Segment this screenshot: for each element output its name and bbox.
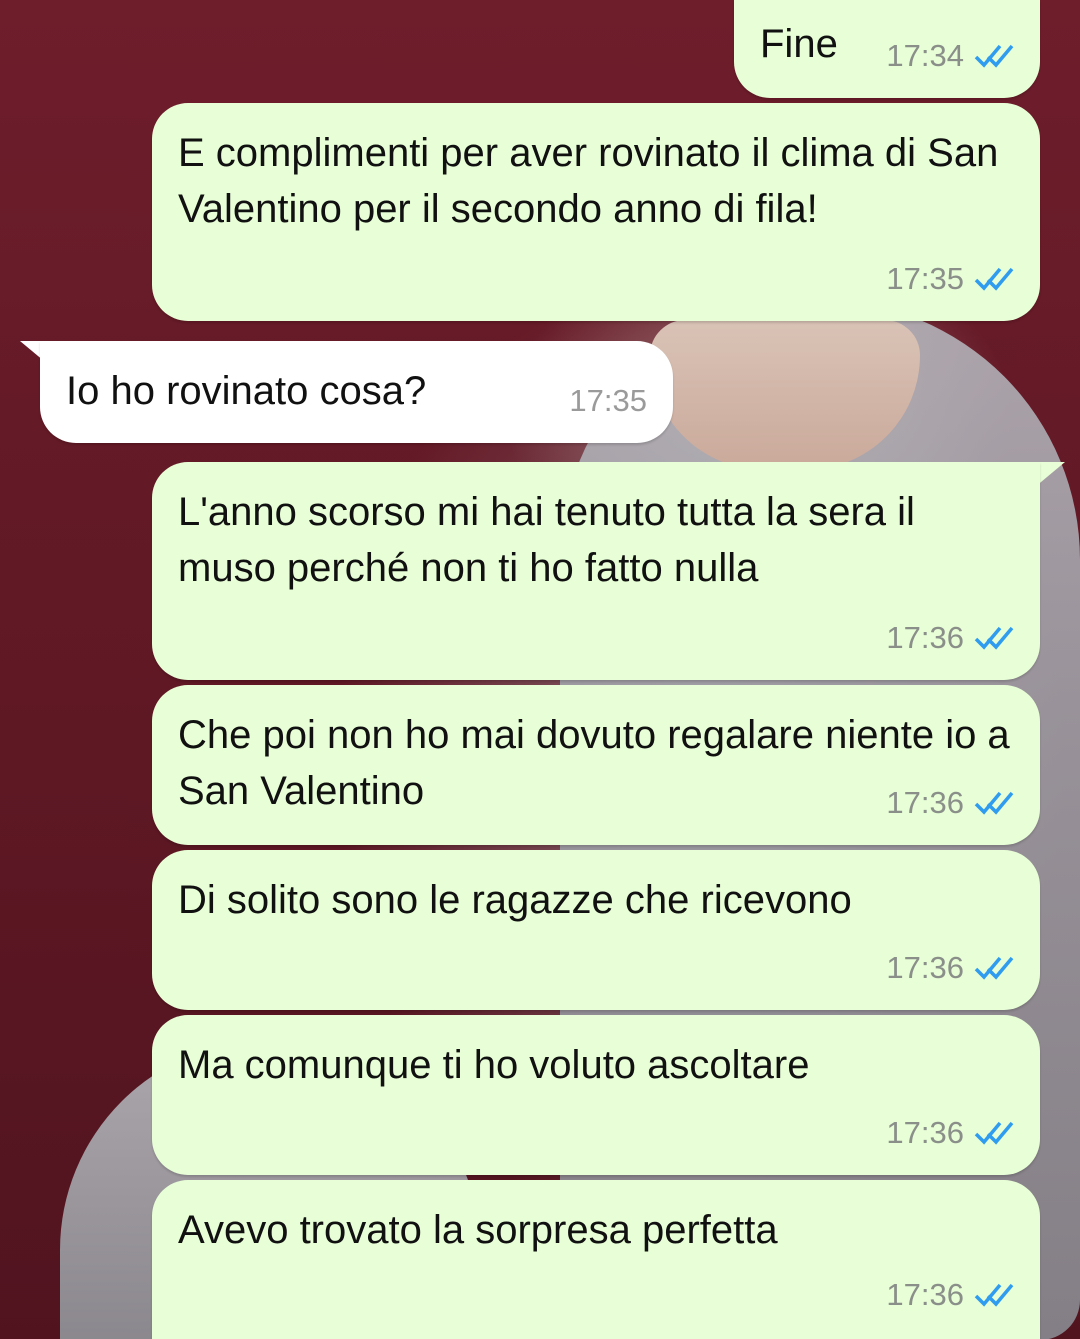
double-check-read-icon <box>974 790 1018 816</box>
message-time: 17:34 <box>886 38 964 73</box>
message-meta: 17:36 <box>886 1267 1018 1323</box>
message-bubble-outgoing[interactable]: Ma comunque ti ho voluto ascoltare 17:36 <box>152 1015 1040 1175</box>
double-check-read-icon <box>974 1120 1018 1146</box>
message-time: 17:36 <box>886 1277 964 1312</box>
message-time: 17:36 <box>886 785 964 820</box>
message-bubble-outgoing[interactable]: L'anno scorso mi hai tenuto tutta la ser… <box>152 462 1040 680</box>
message-bubble-outgoing[interactable]: Fine 17:34 <box>734 0 1040 98</box>
message-time: 17:36 <box>886 950 964 985</box>
message-time: 17:35 <box>886 261 964 296</box>
message-time: 17:36 <box>886 620 964 655</box>
double-check-read-icon <box>974 955 1018 981</box>
double-check-read-icon <box>974 1282 1018 1308</box>
message-meta: 17:36 <box>886 610 1018 666</box>
message-text: Ma comunque ti ho voluto ascoltare <box>178 1043 810 1087</box>
message-meta: 17:35 <box>886 251 1018 307</box>
message-meta: 17:36 <box>886 1105 1018 1161</box>
message-bubble-outgoing[interactable]: Di solito sono le ragazze che ricevono 1… <box>152 850 1040 1010</box>
message-text: Io ho rovinato cosa? <box>66 369 427 413</box>
message-meta: 17:35 <box>569 373 647 429</box>
double-check-read-icon <box>974 43 1018 69</box>
double-check-read-icon <box>974 266 1018 292</box>
message-text: Avevo trovato la sorpresa perfetta <box>178 1208 778 1252</box>
message-text: Di solito sono le ragazze che ricevono <box>178 878 852 922</box>
message-time: 17:36 <box>886 1115 964 1150</box>
message-meta: 17:36 <box>886 775 1018 831</box>
message-meta: 17:34 <box>886 28 1018 84</box>
message-text: L'anno scorso mi hai tenuto tutta la ser… <box>178 490 915 590</box>
message-bubble-incoming[interactable]: Io ho rovinato cosa? 17:35 <box>40 341 673 443</box>
message-bubble-outgoing[interactable]: Che poi non ho mai dovuto regalare nient… <box>152 685 1040 845</box>
message-bubble-outgoing[interactable]: Avevo trovato la sorpresa perfetta 17:36 <box>152 1180 1040 1339</box>
message-bubble-outgoing[interactable]: E complimenti per aver rovinato il clima… <box>152 103 1040 321</box>
message-time: 17:35 <box>569 383 647 418</box>
message-meta: 17:36 <box>886 940 1018 996</box>
message-text: E complimenti per aver rovinato il clima… <box>178 131 999 231</box>
double-check-read-icon <box>974 625 1018 651</box>
